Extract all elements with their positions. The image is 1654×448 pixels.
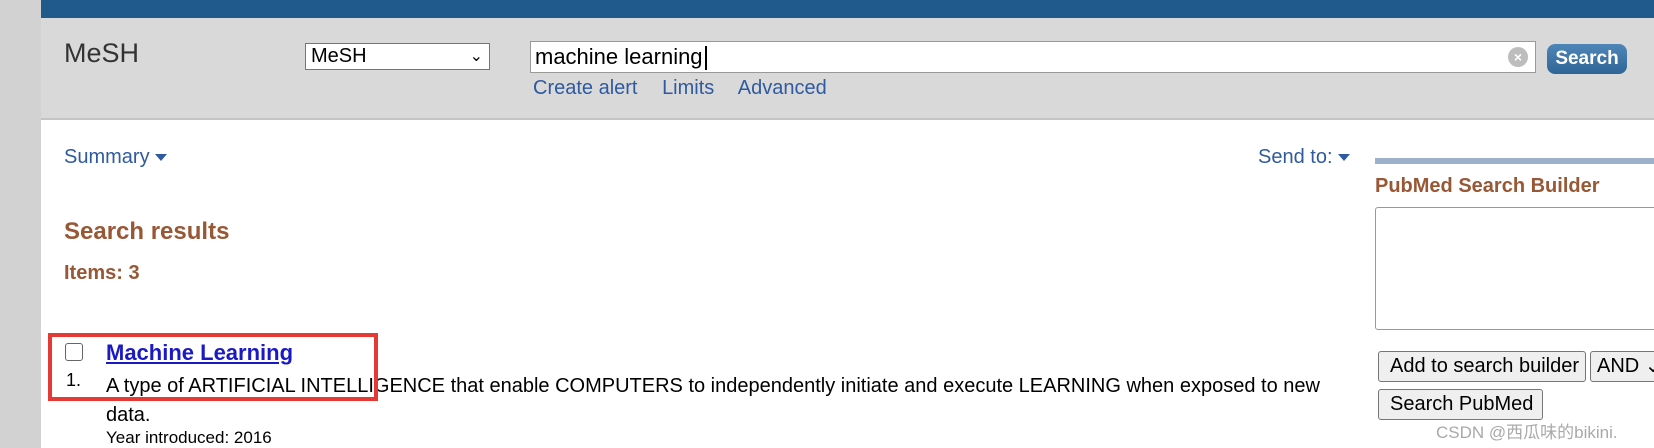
limits-link[interactable]: Limits [662, 77, 714, 99]
search-button[interactable]: Search [1547, 44, 1627, 74]
send-to-label: Send to: [1258, 146, 1333, 168]
search-input[interactable]: machine learning [530, 41, 1536, 73]
chevron-down-icon: ⌄ [1644, 355, 1654, 377]
operator-select-value: AND [1597, 355, 1640, 377]
search-header: MeSH MeSH ⌄ machine learning × Search Cr… [41, 18, 1654, 120]
search-sublinks: Create alert Limits Advanced [533, 77, 846, 100]
results-heading: Search results [64, 218, 230, 245]
chevron-down-icon: ⌄ [469, 48, 483, 65]
search-builder-textarea[interactable] [1375, 207, 1654, 330]
database-select-value: MeSH [311, 45, 367, 67]
watermark: CSDN @西瓜味的bikini. [1436, 423, 1618, 442]
items-count: Items: 3 [64, 262, 140, 284]
result-year: Year introduced: 2016 [106, 428, 272, 447]
sidebar-divider [1375, 158, 1654, 164]
create-alert-link[interactable]: Create alert [533, 77, 638, 99]
add-to-search-builder-button[interactable]: Add to search builder [1378, 351, 1586, 382]
send-to-dropdown[interactable]: Send to: [1258, 146, 1350, 169]
caret-down-icon [1337, 154, 1350, 162]
advanced-link[interactable]: Advanced [738, 77, 827, 99]
left-gutter [0, 0, 41, 448]
search-input-value: machine learning [535, 44, 703, 69]
database-title: MeSH [64, 38, 140, 68]
text-cursor [704, 46, 707, 71]
database-select[interactable]: MeSH ⌄ [305, 43, 490, 70]
summary-dropdown[interactable]: Summary [64, 146, 167, 169]
search-builder-title: PubMed Search Builder [1375, 175, 1600, 197]
clear-icon[interactable]: × [1508, 47, 1528, 67]
top-bar [41, 0, 1654, 18]
annotation-highlight-box [48, 333, 378, 401]
caret-down-icon [154, 154, 167, 162]
search-pubmed-button[interactable]: Search PubMed [1378, 389, 1543, 420]
summary-label: Summary [64, 146, 150, 168]
operator-select[interactable]: AND ⌄ [1590, 351, 1654, 382]
